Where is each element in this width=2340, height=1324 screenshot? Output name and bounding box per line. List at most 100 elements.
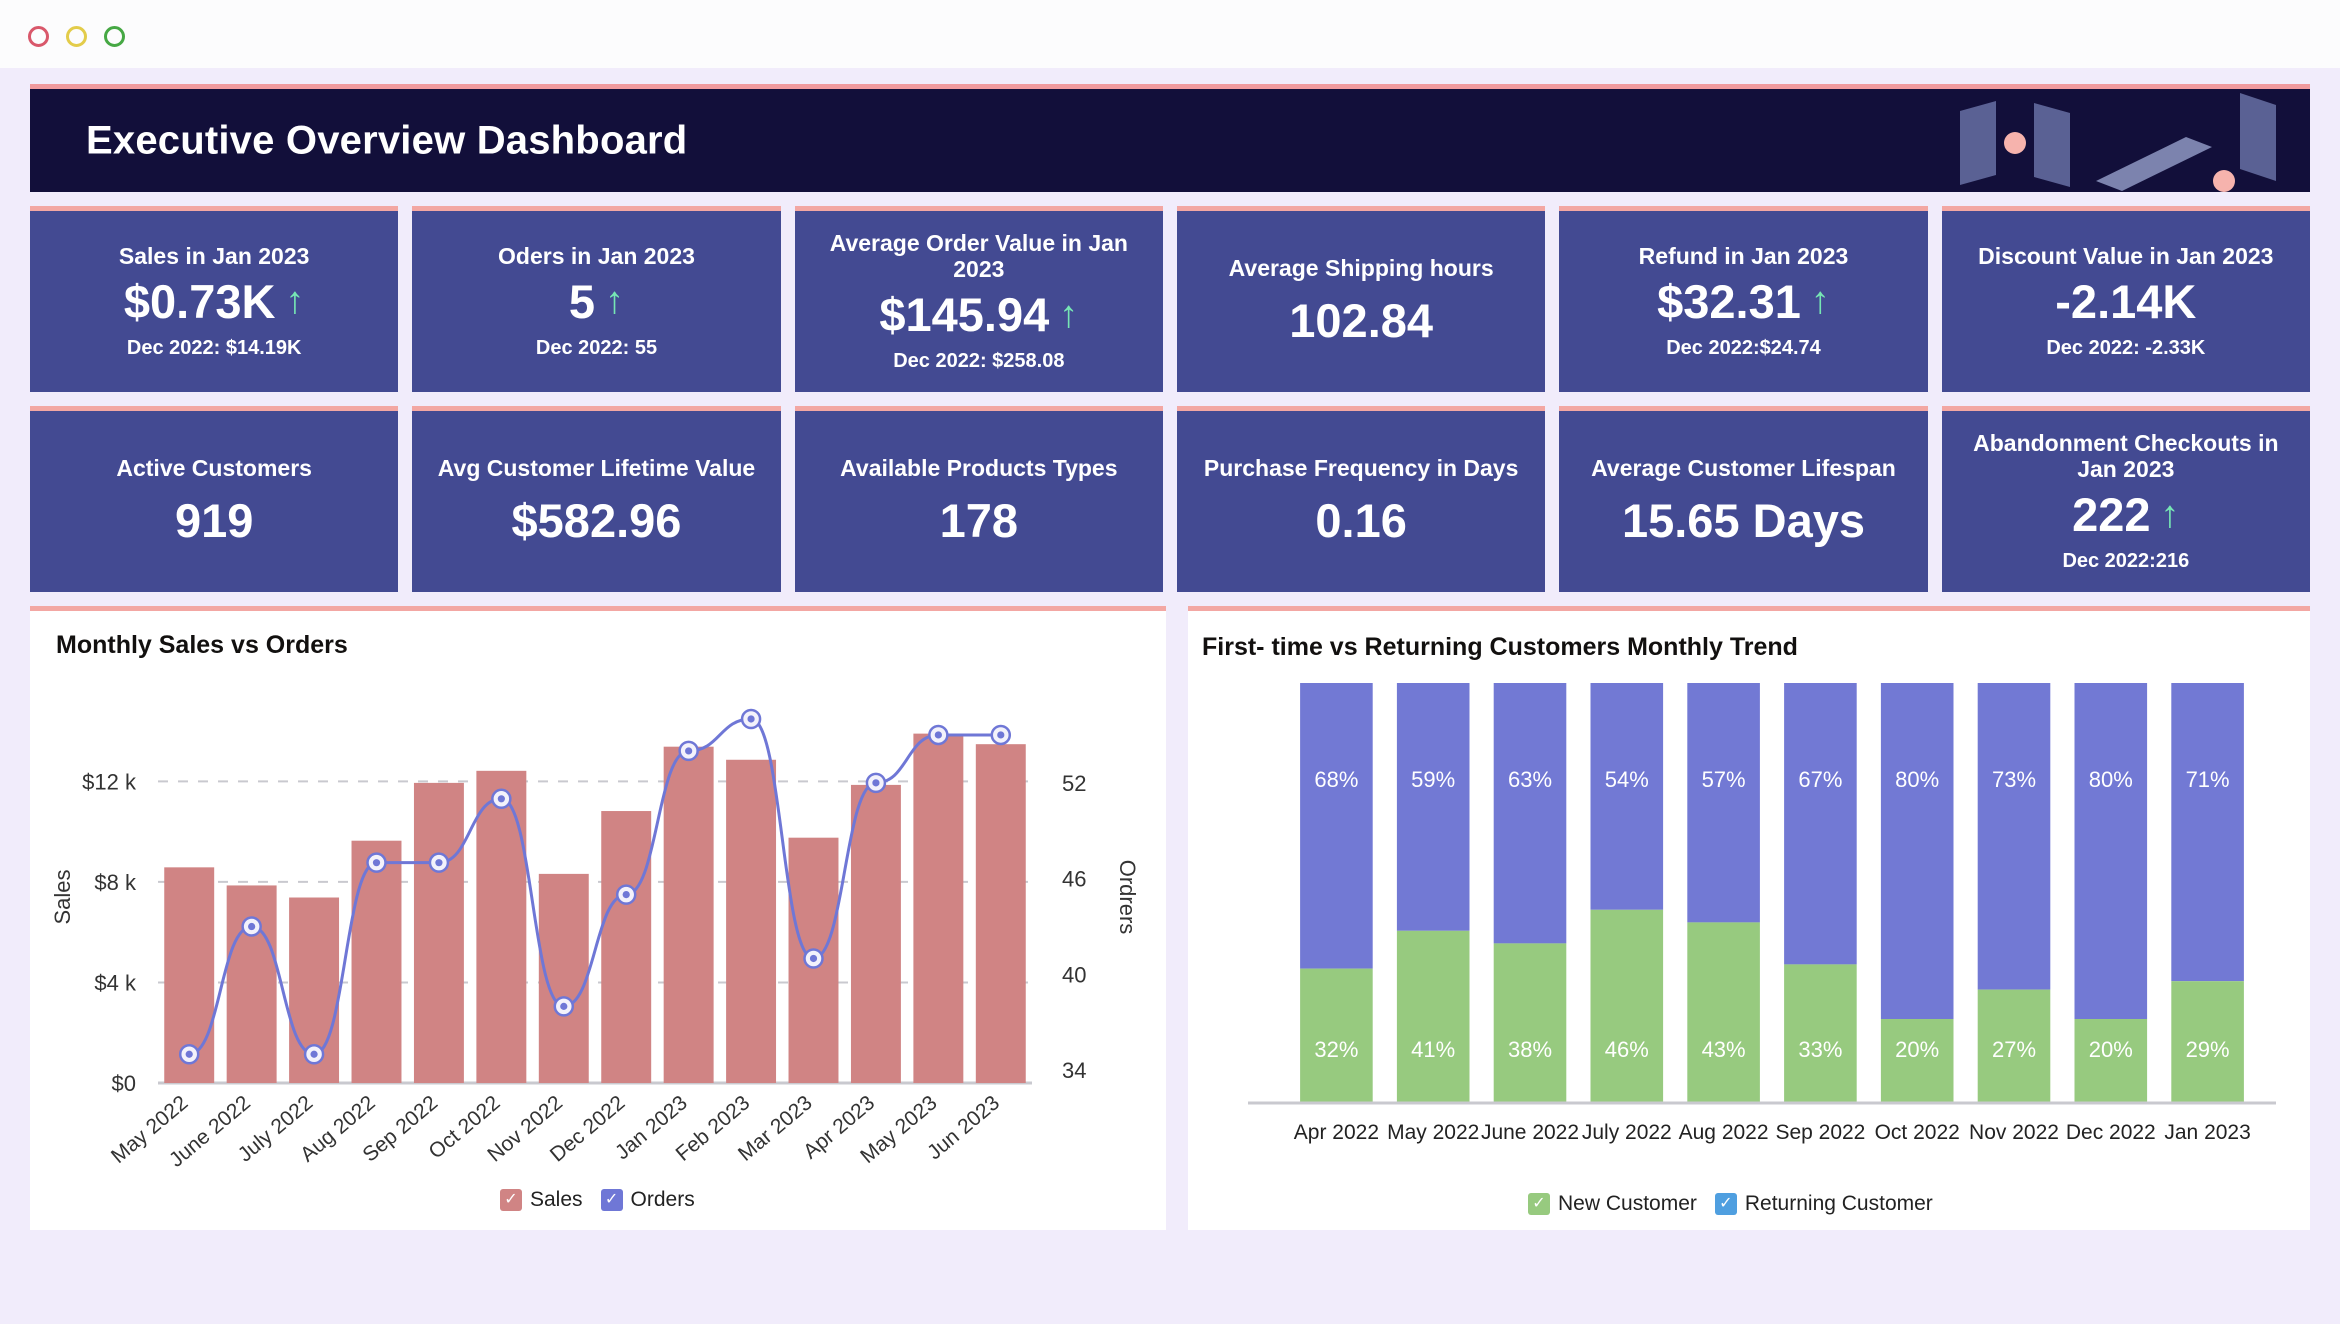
svg-text:20%: 20%: [1895, 1037, 1939, 1062]
svg-text:$8 k: $8 k: [94, 870, 137, 895]
kpi-subtext: Dec 2022:216: [2062, 550, 2190, 573]
svg-text:29%: 29%: [2186, 1037, 2230, 1062]
brand-logo-icon: [1960, 93, 2276, 192]
kpi-subtext: Dec 2022: 55: [535, 337, 658, 360]
window-controls: [28, 26, 125, 47]
minimize-icon[interactable]: [66, 26, 87, 47]
svg-text:$12 k: $12 k: [82, 769, 137, 794]
svg-text:20%: 20%: [2089, 1037, 2133, 1062]
kpi-value: 178: [939, 493, 1019, 547]
svg-text:$0: $0: [112, 1071, 136, 1096]
svg-text:41%: 41%: [1411, 1037, 1455, 1062]
svg-text:Nov 2022: Nov 2022: [1969, 1121, 2059, 1144]
kpi-value: $582.96: [511, 493, 682, 547]
kpi-value: 919: [174, 493, 254, 547]
maximize-icon[interactable]: [104, 26, 125, 47]
kpi-card-refund[interactable]: Refund in Jan 2023 $32.31 ↑ Dec 2022:$24…: [1559, 206, 1928, 392]
svg-text:57%: 57%: [1702, 767, 1746, 792]
check-icon: ✓: [1528, 1193, 1550, 1215]
dashboard-page: Executive Overview Dashboard Sales in Ja…: [0, 68, 2340, 1324]
kpi-value: 5: [568, 275, 596, 329]
kpi-card-sales[interactable]: Sales in Jan 2023 $0.73K ↑ Dec 2022: $14…: [30, 206, 399, 392]
legend-left: ✓ Sales ✓ Orders: [500, 1188, 695, 1212]
trend-up-icon: ↑: [2160, 493, 2180, 536]
kpi-value-group: 178: [940, 494, 1018, 548]
kpi-label: Active Customers: [116, 455, 312, 482]
kpi-card-available-products-types[interactable]: Available Products Types 178: [794, 406, 1163, 592]
svg-text:52: 52: [1062, 771, 1086, 796]
svg-text:38%: 38%: [1508, 1037, 1552, 1062]
kpi-value: 102.84: [1289, 293, 1434, 347]
kpi-value: 0.16: [1315, 493, 1407, 547]
app-window: Executive Overview Dashboard Sales in Ja…: [0, 0, 2340, 1324]
legend-item-returning-customer[interactable]: ✓ Returning Customer: [1714, 1192, 1933, 1216]
kpi-value-group: 0.16: [1315, 494, 1406, 548]
kpi-value: 222: [2072, 488, 2151, 542]
kpi-label: Average Shipping hours: [1228, 255, 1494, 282]
trend-up-icon: ↑: [1059, 293, 1079, 336]
kpi-card-discount-value[interactable]: Discount Value in Jan 2023 -2.14K Dec 20…: [1941, 206, 2310, 392]
svg-text:Sales: Sales: [50, 869, 75, 924]
legend-item-orders[interactable]: ✓ Orders: [600, 1188, 695, 1212]
kpi-card-orders[interactable]: Oders in Jan 2023 5 ↑ Dec 2022: 55: [412, 206, 781, 392]
svg-text:Dec 2022: Dec 2022: [2066, 1121, 2156, 1144]
kpi-row-1: Sales in Jan 2023 $0.73K ↑ Dec 2022: $14…: [30, 206, 2310, 392]
kpi-card-average-shipping-hours[interactable]: Average Shipping hours 102.84: [1177, 206, 1546, 392]
kpi-value-group: 102.84: [1289, 294, 1433, 348]
svg-text:46: 46: [1062, 867, 1086, 892]
check-icon: ✓: [500, 1189, 522, 1211]
svg-text:71%: 71%: [2186, 767, 2230, 792]
svg-text:34: 34: [1062, 1058, 1086, 1083]
page-title: Executive Overview Dashboard: [86, 118, 688, 162]
legend-right: ✓ New Customer ✓ Returning Customer: [1528, 1192, 1933, 1216]
svg-text:32%: 32%: [1314, 1037, 1358, 1062]
legend-label: Orders: [630, 1188, 695, 1211]
svg-text:June 2022: June 2022: [1481, 1121, 1579, 1144]
svg-text:68%: 68%: [1314, 767, 1358, 792]
svg-text:73%: 73%: [1992, 767, 2036, 792]
kpi-value: $32.31: [1657, 275, 1801, 329]
kpi-card-abandonment-checkouts[interactable]: Abandonment Checkouts in Jan 2023 222 ↑ …: [1941, 406, 2310, 592]
kpi-value-group: 919: [175, 494, 253, 548]
kpi-label: Average Customer Lifespan: [1591, 455, 1896, 482]
svg-text:Aug 2022: Aug 2022: [1679, 1121, 1769, 1144]
kpi-value-group: 5 ↑: [569, 275, 624, 329]
chart-first-time-vs-returning[interactable]: 68% 32% Apr 2022 59% 41% May 2022 63% 38% June 2…: [1188, 611, 2310, 1230]
kpi-card-avg-customer-lifetime-value[interactable]: Avg Customer Lifetime Value $582.96: [412, 406, 781, 592]
kpi-row-2: Active Customers 919 Avg Customer Lifeti…: [30, 406, 2310, 592]
chart-monthly-sales-vs-orders[interactable]: $0 $4 k $8 k $12 k 34 40 46 52 Sales Ordrers May 2…: [30, 611, 1166, 1230]
kpi-value-group: $32.31 ↑: [1657, 275, 1830, 329]
kpi-card-purchase-frequency[interactable]: Purchase Frequency in Days 0.16: [1177, 406, 1546, 592]
kpi-value-group: 222 ↑: [2072, 488, 2179, 542]
kpi-label: Average Order Value in Jan 2023: [829, 229, 1128, 282]
kpi-card-active-customers[interactable]: Active Customers 919: [30, 406, 399, 592]
legend-item-new-customer[interactable]: ✓ New Customer: [1528, 1192, 1697, 1216]
kpi-value: $145.94: [879, 288, 1050, 342]
legend-item-sales[interactable]: ✓ Sales: [500, 1188, 583, 1212]
legend-label: Sales: [530, 1188, 583, 1211]
kpi-label: Abandonment Checkouts in Jan 2023: [1973, 429, 2279, 482]
kpi-card-average-customer-lifespan[interactable]: Average Customer Lifespan 15.65 Days: [1559, 406, 1928, 592]
kpi-card-average-order-value[interactable]: Average Order Value in Jan 2023 $145.94 …: [794, 206, 1163, 392]
dashboard-header: Executive Overview Dashboard: [30, 84, 2310, 192]
kpi-subtext: Dec 2022: $14.19K: [126, 337, 302, 360]
svg-text:Jan 2023: Jan 2023: [2164, 1121, 2250, 1144]
svg-text:59%: 59%: [1411, 767, 1455, 792]
close-icon[interactable]: [28, 26, 49, 47]
kpi-label: Oders in Jan 2023: [498, 242, 695, 269]
kpi-label: Avg Customer Lifetime Value: [437, 455, 756, 482]
svg-text:July 2022: July 2022: [1582, 1121, 1672, 1144]
svg-text:$4 k: $4 k: [94, 970, 137, 995]
kpi-value: -2.14K: [2055, 275, 2197, 329]
svg-text:80%: 80%: [1895, 767, 1939, 792]
charts-row: Monthly Sales vs Orders $0 $4 k $8 k $12 k3…: [30, 606, 2310, 1230]
svg-text:80%: 80%: [2089, 767, 2133, 792]
svg-text:40: 40: [1062, 962, 1086, 987]
kpi-value: 15.65 Days: [1621, 493, 1866, 547]
svg-text:Sep 2022: Sep 2022: [1775, 1121, 1865, 1144]
kpi-value: $0.73K: [123, 275, 276, 329]
svg-text:67%: 67%: [1798, 767, 1842, 792]
check-icon: ✓: [1714, 1193, 1737, 1215]
kpi-label: Sales in Jan 2023: [118, 242, 310, 269]
svg-text:54%: 54%: [1605, 767, 1649, 792]
